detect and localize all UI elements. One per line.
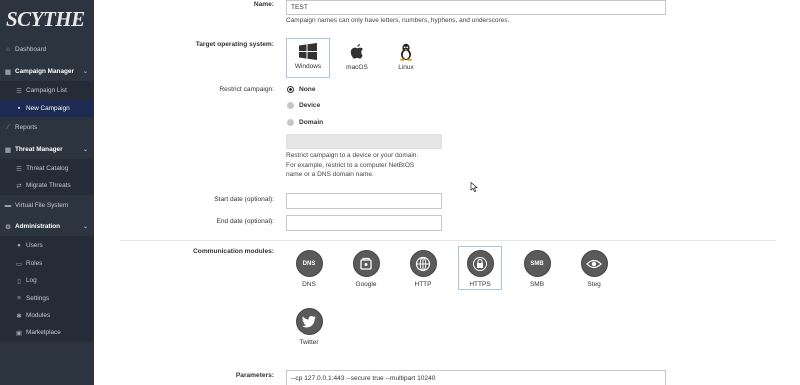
section-divider <box>120 240 776 241</box>
sidebar-section-threat-manager[interactable]: ▦ Threat Manager ⌄ <box>0 141 94 158</box>
cog-icon: ⚙ <box>5 223 11 231</box>
apple-icon <box>350 44 363 59</box>
sidebar-item-roles[interactable]: ▭ Roles <box>0 255 94 272</box>
dns-icon: DNS <box>295 250 323 277</box>
sidebar-item-new-campaign[interactable]: ▪ New Campaign <box>0 100 94 117</box>
restrict-label: Restrict campaign: <box>219 86 274 93</box>
sidebar-item-threat-catalog[interactable]: ☰ Threat Catalog <box>0 160 94 177</box>
puzzle-icon: ✱ <box>16 312 22 320</box>
name-label: Name: <box>253 1 274 8</box>
chevron-down-icon: ⌄ <box>82 69 88 75</box>
sidebar-item-virtual-file-system[interactable]: ▬ Virtual File System <box>0 197 94 214</box>
chart-icon: ⟋ <box>5 123 11 131</box>
radio-selected-icon <box>287 86 294 93</box>
module-http[interactable]: HTTP <box>401 246 445 290</box>
twitter-icon <box>295 308 323 335</box>
sliders-icon: ≡ <box>17 295 21 302</box>
module-twitter[interactable]: Twitter <box>287 304 331 348</box>
sidebar-section-administration[interactable]: ⚙ Administration ⌄ <box>0 218 94 235</box>
params-label: Parameters: <box>235 372 274 379</box>
start-date-input[interactable] <box>286 193 442 209</box>
radio-unselected-icon <box>287 102 294 109</box>
params-input[interactable]: --cp 127.0.0.1:443 --secure true --multi… <box>286 370 666 385</box>
lock-globe-icon <box>466 250 494 277</box>
sidebar-item-dashboard[interactable]: ⌂ Dashboard <box>0 41 94 58</box>
list-icon: ☰ <box>16 165 22 173</box>
campaign-form: Name: TEST Campaign names can only have … <box>94 0 800 385</box>
name-input[interactable]: TEST <box>286 0 666 15</box>
start-date-label: Start date (optional): <box>214 196 274 203</box>
plus-square-icon: ▪ <box>17 105 21 112</box>
chevron-down-icon: ⌄ <box>82 224 88 230</box>
scythe-logo[interactable]: SCYTHE <box>0 0 94 38</box>
end-date-input[interactable] <box>286 215 442 231</box>
document-icon: ▯ <box>17 277 21 285</box>
eye-icon <box>580 250 608 277</box>
os-linux-option[interactable]: Linux <box>384 38 428 78</box>
module-google[interactable]: Google <box>344 246 388 290</box>
windows-icon <box>299 43 317 60</box>
radio-unselected-icon <box>287 119 294 126</box>
store-icon: ▣ <box>15 329 23 337</box>
sidebar-item-marketplace[interactable]: ▣ Marketplace <box>0 324 94 341</box>
sidebar-item-modules[interactable]: ✱ Modules <box>0 307 94 324</box>
os-macos-option[interactable]: macOS <box>335 38 379 78</box>
module-steg[interactable]: Steg <box>572 246 616 290</box>
end-date-label: End date (optional): <box>216 218 274 225</box>
restrict-value-input[interactable] <box>286 134 442 149</box>
home-icon: ⌂ <box>6 46 10 53</box>
folder-icon: ▬ <box>4 202 12 209</box>
restrict-device-radio[interactable]: Device <box>287 102 320 109</box>
os-windows-option[interactable]: Windows <box>286 38 330 78</box>
globe-icon <box>409 250 437 277</box>
sidebar-section-campaign-manager[interactable]: ▦ Campaign Manager ⌄ <box>0 63 94 80</box>
google-icon <box>352 250 380 277</box>
list-icon: ☰ <box>16 87 22 95</box>
module-smb[interactable]: SMB SMB <box>515 246 559 290</box>
smb-icon: SMB <box>523 250 551 277</box>
sidebar-item-settings[interactable]: ≡ Settings <box>0 290 94 307</box>
grid-icon: ▦ <box>4 146 12 154</box>
sidebar-item-campaign-list[interactable]: ☰ Campaign List <box>0 82 94 99</box>
mouse-pointer-icon <box>470 182 478 192</box>
sidebar-item-migrate-threats[interactable]: ⇄ Migrate Threats <box>0 177 94 194</box>
sidebar-item-reports[interactable]: ⟋ Reports <box>0 119 94 136</box>
user-icon: ● <box>17 242 21 249</box>
sidebar-item-log[interactable]: ▯ Log <box>0 272 94 289</box>
restrict-domain-radio[interactable]: Domain <box>287 119 323 126</box>
linux-tux-icon <box>400 43 412 61</box>
restrict-none-radio[interactable]: None <box>287 86 315 93</box>
restrict-help-text: Restrict campaign to a device or your do… <box>286 152 419 178</box>
name-help-text: Campaign names can only have letters, nu… <box>286 17 510 24</box>
grid-icon: ▦ <box>4 68 12 76</box>
id-card-icon: ▭ <box>15 260 23 268</box>
chevron-down-icon: ⌄ <box>82 147 88 153</box>
sidebar: SCYTHE ⌂ Dashboard ▦ Campaign Manager ⌄ … <box>0 0 94 385</box>
exchange-icon: ⇄ <box>16 182 22 190</box>
os-label: Target operating system: <box>195 41 274 48</box>
modules-label: Communication modules: <box>193 248 274 255</box>
module-https[interactable]: HTTPS <box>458 246 502 290</box>
sidebar-item-users[interactable]: ● Users <box>0 237 94 254</box>
module-dns[interactable]: DNS DNS <box>287 246 331 290</box>
